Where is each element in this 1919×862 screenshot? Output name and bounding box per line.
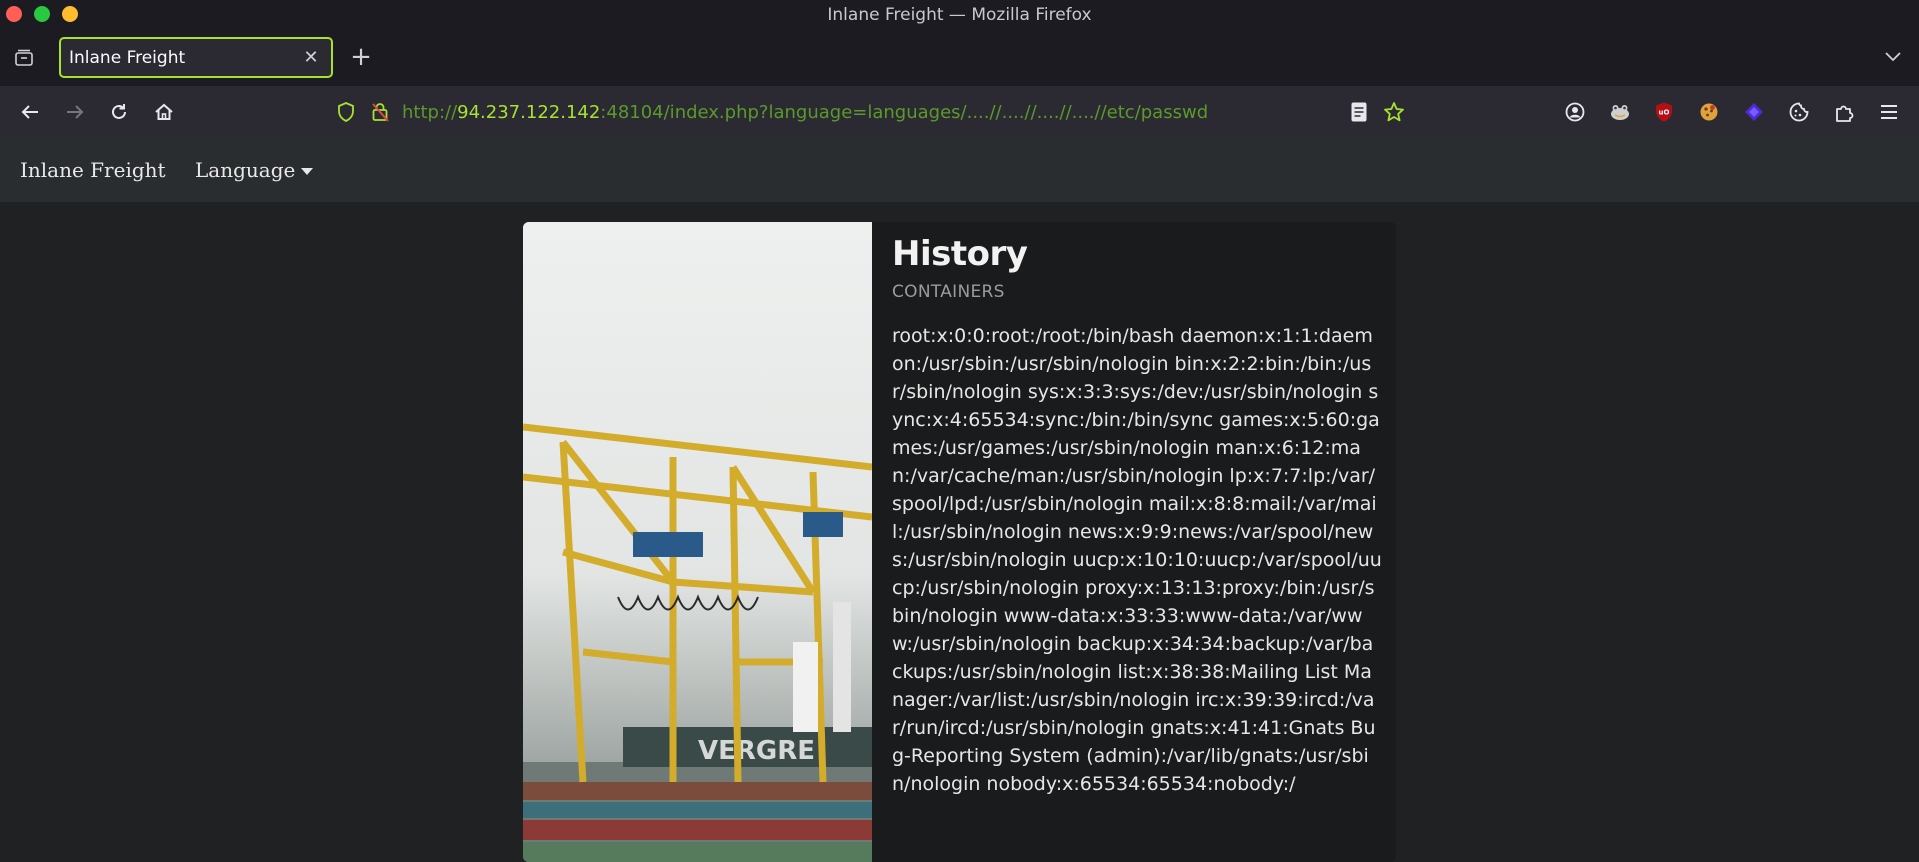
reader-view-icon [1351, 102, 1367, 122]
window-titlebar: Inlane Freight — Mozilla Firefox [0, 0, 1919, 30]
cookie-editor-button[interactable] [1786, 99, 1812, 125]
back-arrow-icon [21, 105, 38, 119]
tab-title: Inlane Freight [69, 47, 186, 68]
caret-down-icon [301, 168, 314, 175]
frog-extension-icon [1611, 105, 1629, 120]
shield-icon [338, 102, 354, 122]
reader-view-button[interactable] [1346, 99, 1372, 125]
language-dropdown-label: Language [195, 158, 296, 182]
card-body: History CONTAINERS root:x:0:0:root:/root… [892, 234, 1382, 798]
close-tab-icon[interactable]: ✕ [301, 47, 321, 68]
home-icon [155, 103, 173, 120]
star-icon [1384, 102, 1404, 122]
card-subtitle: CONTAINERS [892, 282, 1005, 302]
url-scheme: http:// [402, 102, 458, 123]
ublock-button[interactable]: uO [1651, 99, 1677, 125]
close-window-button[interactable] [6, 6, 22, 22]
account-button[interactable] [1562, 99, 1588, 125]
svg-text:uO: uO [1659, 109, 1670, 117]
minimize-window-button[interactable] [62, 6, 78, 22]
gantry-crane-illustration: VERGRE [523, 222, 872, 862]
insecure-lock-icon [372, 103, 389, 122]
extensions-button[interactable] [1831, 99, 1857, 125]
site-brand-link[interactable]: Inlane Freight [20, 158, 166, 182]
forward-arrow-icon [67, 105, 84, 119]
cookie-editor-icon [1789, 102, 1809, 122]
window-controls [6, 6, 78, 22]
tab-inlane-freight[interactable]: Inlane Freight ✕ [59, 37, 333, 78]
reload-button[interactable] [105, 98, 133, 126]
list-all-tabs-button[interactable] [1883, 46, 1907, 70]
bookmark-button[interactable] [1381, 99, 1407, 125]
navigation-toolbar: http://94.237.122.142:48104/index.php?la… [0, 86, 1919, 138]
url-bar[interactable]: http://94.237.122.142:48104/index.php?la… [322, 93, 1428, 131]
site-security-button[interactable] [367, 99, 393, 125]
back-button[interactable] [16, 98, 44, 126]
new-tab-button[interactable]: + [349, 44, 373, 70]
tab-strip: Inlane Freight ✕ + [0, 30, 1919, 86]
card-title: History [892, 234, 1028, 274]
container-port-image: VERGRE [523, 222, 872, 862]
cookie-extension-icon [1700, 103, 1718, 121]
tracking-protection-button[interactable] [333, 99, 359, 125]
window-title: Inlane Freight — Mozilla Firefox [827, 5, 1092, 25]
frog-extension-button[interactable] [1607, 99, 1633, 125]
ublock-icon: uO [1656, 102, 1672, 122]
chevron-down-icon [1885, 52, 1901, 62]
account-icon [1565, 102, 1585, 122]
cookie-extension-button[interactable] [1696, 99, 1722, 125]
extensions-puzzle-icon [1836, 105, 1854, 122]
purple-diamond-extension-icon [1745, 103, 1763, 121]
maximize-window-button[interactable] [34, 6, 50, 22]
content-card: VERGRE History CONTAINERS root:x:0:0:roo… [523, 222, 1396, 862]
url-text[interactable]: http://94.237.122.142:48104/index.php?la… [402, 102, 1208, 123]
tab-list-icon [15, 49, 33, 66]
site-navbar: Inlane Freight Language [0, 138, 1919, 202]
language-dropdown[interactable]: Language [195, 158, 314, 182]
svg-text:VERGRE: VERGRE [698, 736, 815, 766]
url-path: :48104/index.php?language=languages/....… [600, 102, 1209, 123]
firefox-view-button[interactable] [12, 46, 36, 70]
reload-icon [112, 104, 126, 119]
app-menu-button[interactable] [1876, 99, 1902, 125]
forward-button[interactable] [61, 98, 89, 126]
menu-icon [1881, 105, 1897, 119]
home-button[interactable] [150, 98, 178, 126]
purple-extension-button[interactable] [1741, 99, 1767, 125]
url-host: 94.237.122.142 [457, 102, 601, 123]
card-text: root:x:0:0:root:/root:/bin/bash daemon:x… [892, 325, 1382, 795]
